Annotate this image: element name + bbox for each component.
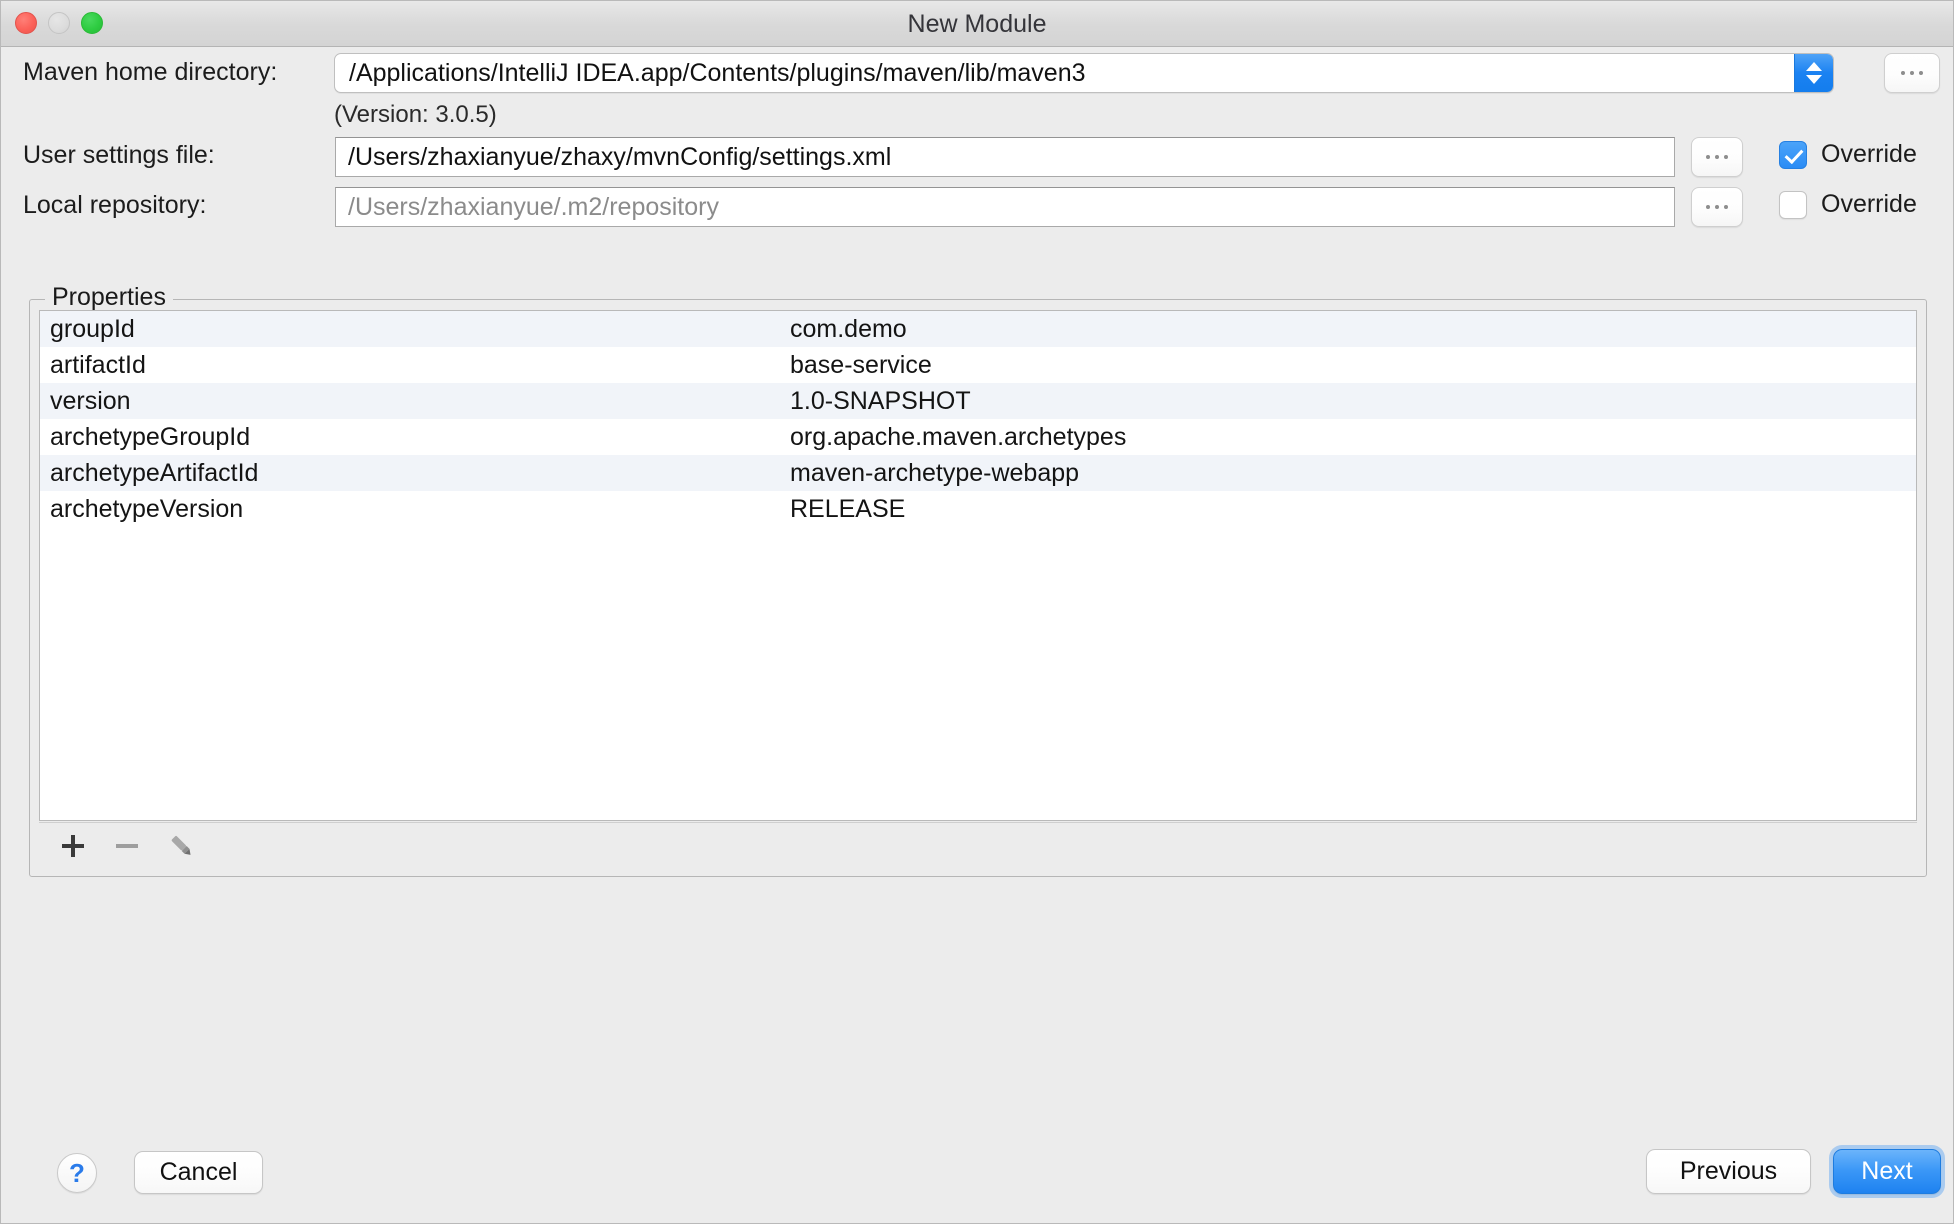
property-value: com.demo [790, 314, 907, 343]
local-repository-value: /Users/zhaxianyue/.m2/repository [348, 192, 719, 221]
property-key: version [50, 386, 131, 415]
property-key: artifactId [50, 350, 146, 379]
user-settings-browse-button[interactable] [1691, 137, 1743, 177]
help-button[interactable]: ? [57, 1153, 97, 1193]
local-repository-label: Local repository: [23, 191, 207, 219]
property-value: 1.0-SNAPSHOT [790, 386, 971, 415]
maven-home-label: Maven home directory: [23, 58, 278, 86]
user-settings-value: /Users/zhaxianyue/zhaxy/mvnConfig/settin… [348, 142, 892, 171]
property-key: archetypeArtifactId [50, 458, 259, 487]
property-value: org.apache.maven.archetypes [790, 422, 1127, 451]
table-row[interactable]: archetypeVersion RELEASE [40, 491, 1916, 527]
local-repository-override-label: Override [1821, 190, 1917, 218]
properties-group: Properties groupId com.demo artifactId b… [29, 283, 1927, 877]
properties-toolbar [39, 822, 1917, 868]
property-key: groupId [50, 314, 135, 343]
properties-table[interactable]: groupId com.demo artifactId base-service… [39, 310, 1917, 821]
local-repository-override-checkbox[interactable]: Override [1779, 190, 1917, 219]
property-value: RELEASE [790, 494, 906, 523]
cancel-button[interactable]: Cancel [134, 1151, 263, 1194]
chevron-updown-icon[interactable] [1794, 54, 1833, 92]
user-settings-override-checkbox[interactable]: Override [1779, 140, 1917, 169]
previous-button[interactable]: Previous [1646, 1149, 1811, 1194]
table-row[interactable]: archetypeGroupId org.apache.maven.archet… [40, 419, 1916, 455]
maven-home-value: /Applications/IntelliJ IDEA.app/Contents… [349, 58, 1086, 87]
window-title: New Module [907, 10, 1047, 38]
new-module-dialog: New Module Maven home directory: /Applic… [0, 0, 1954, 1224]
table-row[interactable]: archetypeArtifactId maven-archetype-weba… [40, 455, 1916, 491]
user-settings-override-label: Override [1821, 140, 1917, 168]
maven-home-combobox[interactable]: /Applications/IntelliJ IDEA.app/Contents… [334, 53, 1834, 93]
table-row[interactable]: groupId com.demo [40, 311, 1916, 347]
checkbox-checked-icon [1779, 140, 1807, 169]
local-repository-input[interactable]: /Users/zhaxianyue/.m2/repository [335, 187, 1675, 227]
table-row[interactable]: version 1.0-SNAPSHOT [40, 383, 1916, 419]
edit-property-pencil-icon[interactable] [161, 826, 201, 866]
user-settings-input[interactable]: /Users/zhaxianyue/zhaxy/mvnConfig/settin… [335, 137, 1675, 177]
maven-home-browse-button[interactable] [1884, 53, 1940, 93]
remove-property-icon[interactable] [107, 826, 147, 866]
properties-group-title: Properties [45, 283, 173, 312]
checkbox-unchecked-icon [1779, 190, 1807, 219]
maven-version-note: (Version: 3.0.5) [334, 101, 497, 128]
table-row[interactable]: artifactId base-service [40, 347, 1916, 383]
add-property-icon[interactable] [53, 826, 93, 866]
property-value: base-service [790, 350, 932, 379]
local-repository-browse-button[interactable] [1691, 187, 1743, 227]
window-titlebar: New Module [1, 1, 1953, 47]
property-value: maven-archetype-webapp [790, 458, 1080, 487]
user-settings-label: User settings file: [23, 141, 215, 169]
property-key: archetypeVersion [50, 494, 244, 523]
next-button[interactable]: Next [1833, 1149, 1941, 1194]
property-key: archetypeGroupId [50, 422, 251, 451]
